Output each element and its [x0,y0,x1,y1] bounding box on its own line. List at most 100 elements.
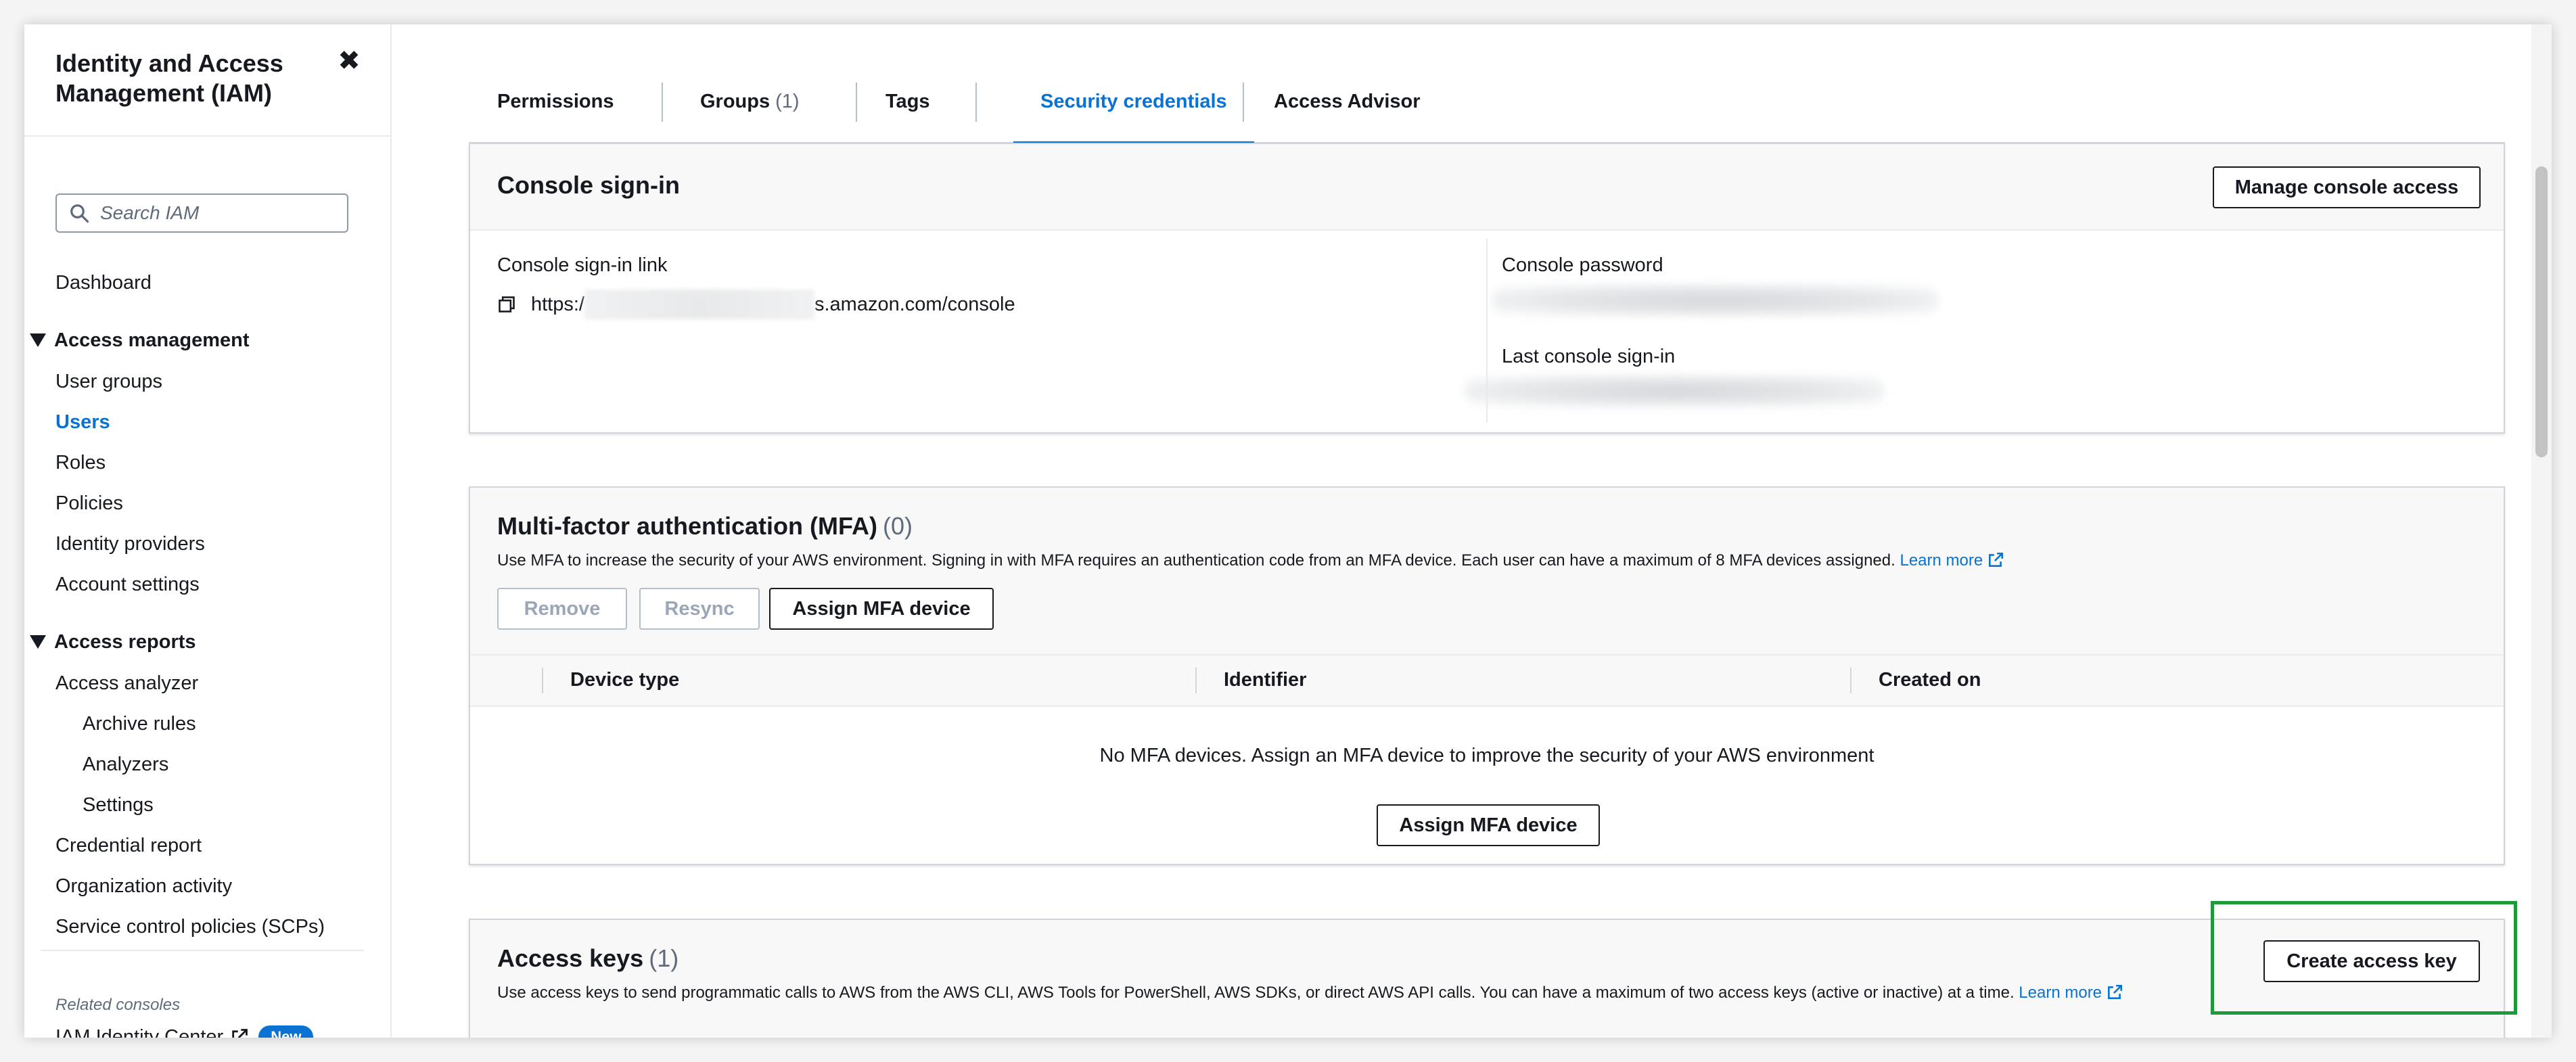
panel-title: Access keys (1) [497,944,678,973]
scrollbar-thumb[interactable] [2535,166,2548,457]
section-access-management[interactable]: Access management [30,328,250,352]
search-box[interactable] [55,193,348,233]
tab-count: (1) [775,90,800,112]
sidebar-item-policies[interactable]: Policies [55,491,123,515]
resync-mfa-button[interactable]: Resync [639,588,760,630]
tab-divider [856,83,857,122]
sidebar-item-user-groups[interactable]: User groups [55,369,162,394]
mfa-description: Use MFA to increase the security of your… [497,551,2004,570]
sidebar-item-account-settings[interactable]: Account settings [55,572,200,597]
learn-more-label: Learn more [2019,984,2102,1002]
mfa-count: (0) [882,512,913,540]
tab-bar: Permissions Groups (1) Tags Security cre… [469,60,2505,145]
tab-label: Security credentials [1040,90,1227,112]
related-console-label: IAM Identity Center [55,1025,224,1038]
signin-link-suffix: s.amazon.com/console [814,293,1015,315]
main-content: Permissions Groups (1) Tags Security cre… [392,24,2552,1038]
tab-divider [975,83,977,122]
signin-link-label: Console sign-in link [497,254,668,276]
access-keys-description-text: Use access keys to send programmatic cal… [497,984,2015,1002]
sidebar-item-scps[interactable]: Service control policies (SCPs) [55,915,325,939]
section-label: Access management [54,329,250,351]
column-device-type[interactable]: Device type [570,669,679,691]
sidebar-item-analyzers[interactable]: Analyzers [83,752,168,777]
access-keys-learn-more-link[interactable]: Learn more [2019,984,2123,1002]
mfa-table-header: Device type Identifier Created on [470,654,2504,707]
tab-label: Permissions [497,90,614,112]
redacted-account-id [584,290,814,319]
sidebar-item-dashboard[interactable]: Dashboard [55,271,152,295]
column-divider [1850,668,1852,693]
console-password-label: Console password [1502,254,1663,276]
column-created-on[interactable]: Created on [1879,669,1981,691]
signin-link[interactable]: https:/ s.amazon.com/console [497,290,1015,319]
close-icon[interactable]: ✖ [336,47,363,74]
sidebar-title: Identity and Access Management (IAM) [55,49,283,107]
signin-link-prefix: https:/ [531,293,584,315]
sidebar-item-settings[interactable]: Settings [83,793,154,817]
sidebar-divider [41,950,364,951]
panel-header: Console sign-in Manage console access [470,144,2504,231]
tab-groups[interactable]: Groups (1) [700,60,800,143]
browser-frame: Identity and Access Management (IAM) ✖ D… [24,24,2552,1038]
sidebar-divider [24,135,392,137]
sidebar-item-identity-providers[interactable]: Identity providers [55,532,205,556]
access-keys-description: Use access keys to send programmatic cal… [497,984,2123,1002]
section-access-reports[interactable]: Access reports [30,630,196,654]
column-divider [542,668,543,693]
related-console-link[interactable]: IAM Identity Center New [55,1025,314,1038]
panel-header: Access keys (1) Use access keys to send p… [470,920,2504,1038]
external-link-icon [232,1029,248,1038]
tab-divider [662,83,663,122]
tab-divider [1243,83,1244,122]
panel-title: Console sign-in [497,171,680,199]
new-badge: New [258,1025,314,1038]
search-icon [70,204,89,223]
assign-mfa-device-button[interactable]: Assign MFA device [769,588,994,630]
sidebar-item-credential-report[interactable]: Credential report [55,833,202,858]
mfa-title-text: Multi-factor authentication (MFA) [497,512,877,540]
learn-more-label: Learn more [1900,551,1983,570]
external-link-icon [1989,552,2004,567]
access-keys-title-text: Access keys [497,944,644,972]
manage-console-access-button[interactable]: Manage console access [2213,166,2481,208]
section-label: Access reports [54,631,196,653]
mfa-description-text: Use MFA to increase the security of your… [497,551,1895,570]
tab-label: Tags [886,90,930,112]
search-input[interactable] [100,202,344,224]
tab-tags[interactable]: Tags [886,60,930,143]
highlight-box [2211,901,2517,1015]
tab-permissions[interactable]: Permissions [497,60,614,143]
external-link-icon [2108,984,2123,999]
tab-label: Groups [700,90,770,112]
column-divider [1195,668,1197,693]
tab-label: Access Advisor [1274,90,1421,112]
column-identifier[interactable]: Identifier [1224,669,1306,691]
tab-security-credentials[interactable]: Security credentials [1013,60,1254,145]
redacted-last-signin-value [1465,375,1884,407]
remove-mfa-button[interactable]: Remove [497,588,627,630]
scrollbar[interactable] [2531,24,2552,1038]
sidebar-item-users[interactable]: Users [55,410,110,434]
redacted-password-value [1492,285,1938,316]
access-keys-count: (1) [649,944,679,972]
mfa-learn-more-link[interactable]: Learn more [1900,551,2004,570]
sidebar-item-organization-activity[interactable]: Organization activity [55,874,232,898]
tab-access-advisor[interactable]: Access Advisor [1274,60,1421,143]
sidebar-item-archive-rules[interactable]: Archive rules [83,712,196,736]
caret-down-icon [30,635,46,649]
caret-down-icon [30,333,46,347]
sidebar-item-access-analyzer[interactable]: Access analyzer [55,671,198,695]
related-consoles-label: Related consoles [55,996,181,1014]
sidebar: Identity and Access Management (IAM) ✖ D… [24,24,392,1038]
mfa-empty-message: No MFA devices. Assign an MFA device to … [1099,745,1874,766]
console-signin-panel: Console sign-in Manage console access Co… [469,143,2505,434]
copy-icon[interactable] [497,295,516,314]
panel-title: Multi-factor authentication (MFA) (0) [497,512,913,540]
panel-header: Multi-factor authentication (MFA) (0) Use… [470,488,2504,654]
assign-mfa-device-empty-button[interactable]: Assign MFA device [1377,804,1600,846]
last-signin-label: Last console sign-in [1502,346,1676,367]
access-keys-panel: Access keys (1) Use access keys to send p… [469,919,2505,1038]
sidebar-item-roles[interactable]: Roles [55,451,106,475]
mfa-panel: Multi-factor authentication (MFA) (0) Use… [469,486,2505,865]
